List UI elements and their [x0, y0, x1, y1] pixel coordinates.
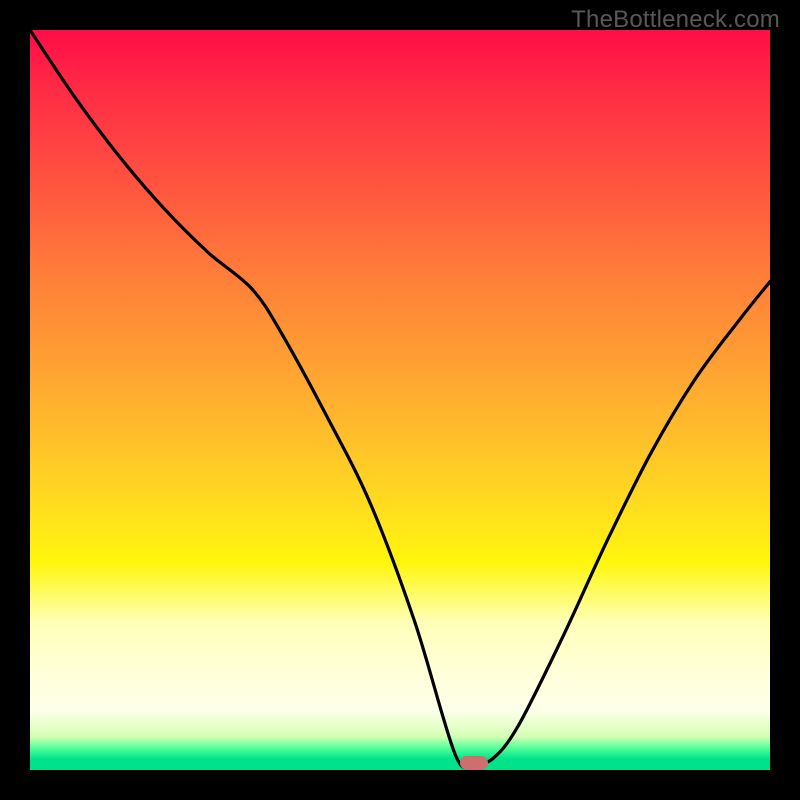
curve-svg [30, 30, 770, 770]
plot-area [30, 30, 770, 770]
chart-frame: TheBottleneck.com [0, 0, 800, 800]
optimal-marker [460, 756, 488, 770]
watermark-text: TheBottleneck.com [571, 6, 780, 34]
bottleneck-curve [30, 30, 770, 768]
